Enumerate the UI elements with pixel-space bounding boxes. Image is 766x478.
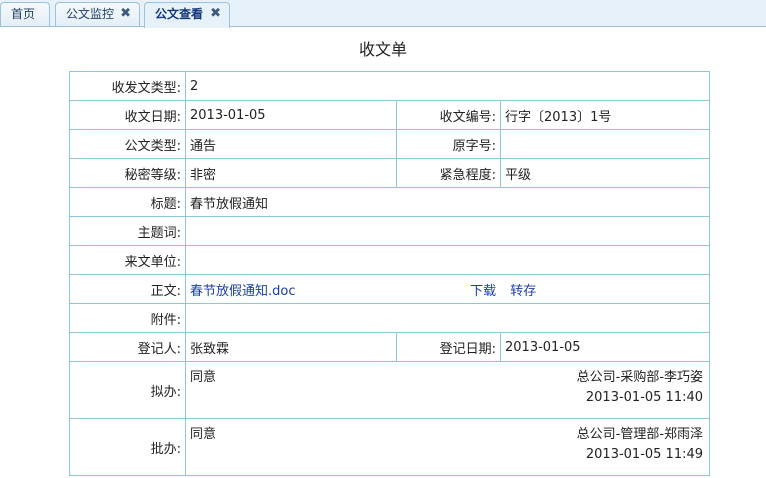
form-row: 拟办: 同意 总公司-采购部-李巧姿 2013-01-05 11:40 — [69, 361, 711, 419]
tab-doc-view[interactable]: 公文查看 ✖ — [144, 2, 230, 28]
field-label: 附件: — [69, 303, 186, 333]
tab-bar: 首页 公文监控 ✖ 公文查看 ✖ — [0, 0, 766, 28]
opinion-person: 总公司-管理部-郑雨泽 — [576, 427, 704, 442]
field-value: 春节放假通知 — [184, 187, 711, 217]
form-row: 标题: 春节放假通知 — [69, 187, 711, 217]
field-value: 非密 — [185, 158, 397, 188]
field-value: 2013-01-05 — [185, 100, 397, 130]
close-icon[interactable]: ✖ — [210, 3, 221, 25]
field-label: 拟办: — [69, 361, 186, 419]
form-row: 收文日期: 2013-01-05 收文编号: 行字〔2013〕1号 — [69, 100, 711, 130]
form-row: 收发文类型: 2 — [69, 71, 711, 101]
receive-form-table: 收发文类型: 2 收文日期: 2013-01-05 收文编号: 行字〔2013〕… — [69, 71, 711, 476]
field-label: 秘密等级: — [69, 158, 186, 188]
field-label: 来文单位: — [69, 245, 186, 275]
tab-label: 公文监控 — [66, 7, 115, 21]
form-row: 来文单位: — [69, 245, 711, 275]
field-label: 原字号: — [396, 129, 501, 159]
field-value — [184, 245, 711, 275]
field-label: 收文编号: — [396, 100, 501, 130]
tab-home[interactable]: 首页 — [0, 2, 50, 26]
field-value — [499, 129, 711, 159]
form-row: 正文: 春节放假通知.doc 下载 转存 — [69, 274, 711, 304]
field-label: 收发文类型: — [69, 71, 186, 101]
form-row: 秘密等级: 非密 紧急程度: 平级 — [69, 158, 711, 188]
body-file-link[interactable]: 春节放假通知.doc — [190, 280, 466, 299]
opinion-time: 2013-01-05 11:40 — [585, 390, 704, 405]
field-value: 2013-01-05 — [499, 332, 711, 362]
form-row: 公文类型: 通告 原字号: — [69, 129, 711, 159]
field-label: 标题: — [69, 187, 186, 217]
tab-label: 首页 — [11, 7, 36, 21]
field-value: 张致霖 — [185, 332, 397, 362]
approve-opinion-cell: 同意 总公司-管理部-郑雨泽 2013-01-05 11:49 — [184, 418, 711, 476]
tab-label: 公文查看 — [155, 7, 204, 21]
field-label: 正文: — [69, 274, 186, 304]
close-icon[interactable]: ✖ — [120, 3, 131, 25]
field-label: 紧急程度: — [396, 158, 501, 188]
opinion-person: 总公司-采购部-李巧姿 — [576, 370, 704, 385]
field-value: 行字〔2013〕1号 — [499, 100, 711, 130]
tab-doc-monitor[interactable]: 公文监控 ✖ — [55, 2, 140, 26]
body-file-cell: 春节放假通知.doc 下载 转存 — [184, 274, 711, 304]
transfer-link[interactable]: 转存 — [510, 284, 536, 299]
draft-opinion-cell: 同意 总公司-采购部-李巧姿 2013-01-05 11:40 — [184, 361, 711, 419]
opinion-time: 2013-01-05 11:49 — [585, 447, 704, 462]
form-row: 附件: — [69, 303, 711, 333]
download-link[interactable]: 下载 — [470, 284, 496, 299]
field-value: 平级 — [499, 158, 711, 188]
form-row: 主题词: — [69, 216, 711, 246]
form-row: 登记人: 张致霖 登记日期: 2013-01-05 — [69, 332, 711, 362]
field-label: 批办: — [69, 418, 186, 476]
page-title: 收文单 — [358, 40, 407, 59]
field-label: 登记人: — [69, 332, 186, 362]
field-label: 登记日期: — [396, 332, 501, 362]
field-value: 通告 — [185, 129, 397, 159]
field-value — [184, 216, 711, 246]
field-label: 公文类型: — [69, 129, 186, 159]
opinion-text: 同意 — [190, 370, 217, 385]
field-value: 2 — [184, 71, 711, 101]
opinion-text: 同意 — [190, 427, 217, 442]
form-row: 批办: 同意 总公司-管理部-郑雨泽 2013-01-05 11:49 — [69, 418, 711, 476]
field-label: 主题词: — [69, 216, 186, 246]
field-label: 收文日期: — [69, 100, 186, 130]
field-value — [184, 303, 711, 333]
